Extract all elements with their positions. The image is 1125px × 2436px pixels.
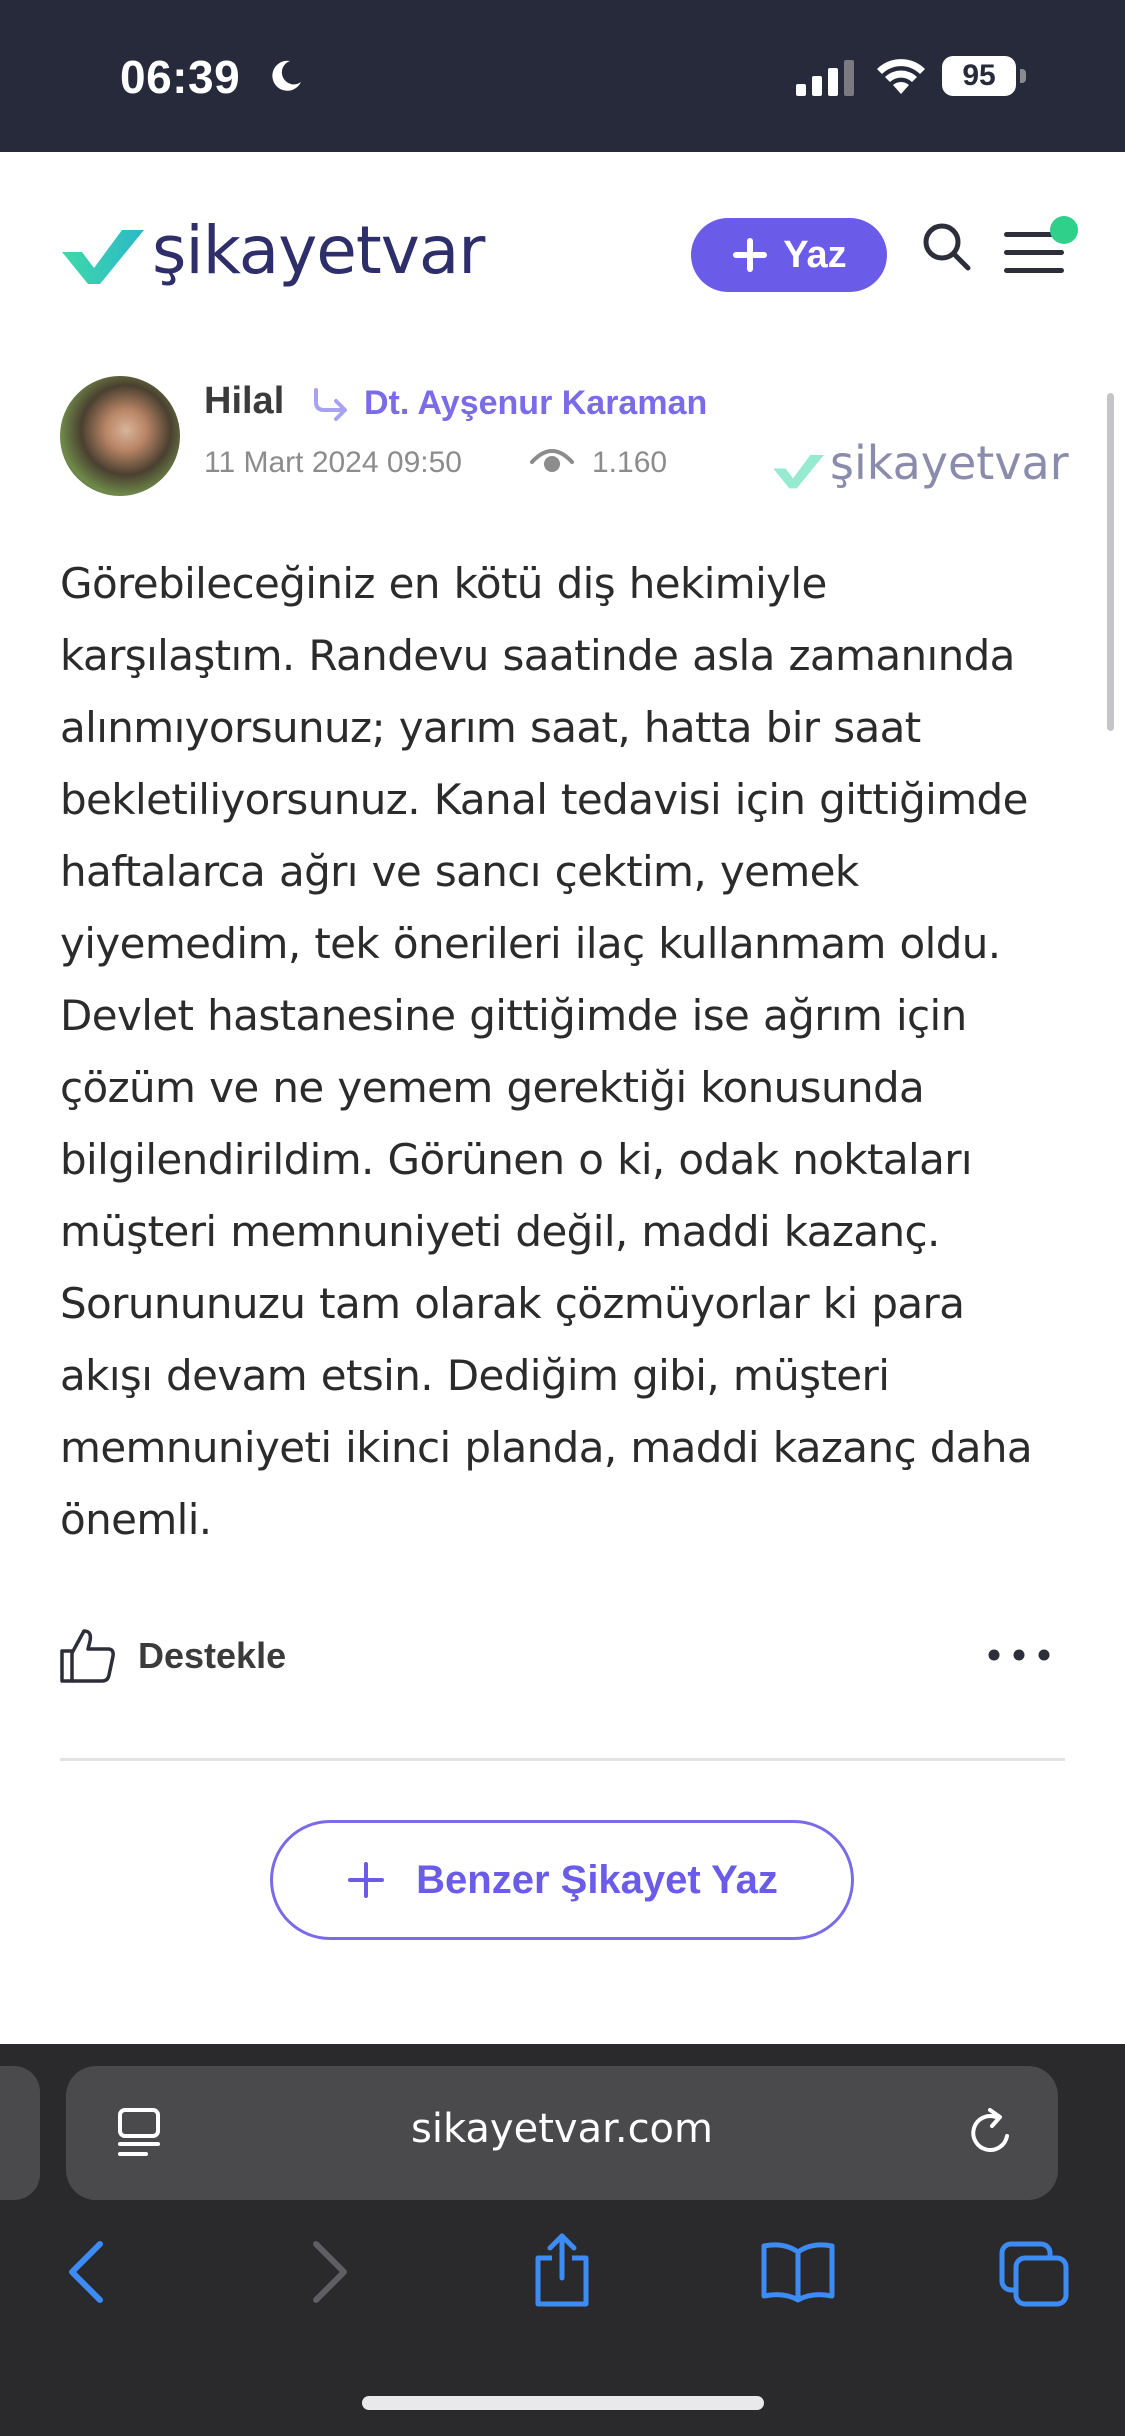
site-header: şikayetvar Yaz (0, 152, 1125, 352)
complaint-body: Görebileceğiniz en kötü diş hekimiyle ka… (60, 559, 1033, 1544)
url-text[interactable]: sikayetvar.com (66, 2106, 1058, 2152)
moon-icon (272, 60, 301, 91)
plus-icon (348, 1862, 385, 1898)
forward-icon[interactable] (308, 2240, 352, 2304)
share-icon[interactable] (530, 2232, 594, 2308)
search-icon[interactable] (920, 220, 972, 272)
battery-level: 95 (942, 56, 1016, 96)
watermark-logo: şikayetvar (772, 432, 1072, 492)
cellular-signal-icon (796, 60, 854, 96)
browser-chrome: sikayetvar.com (0, 2044, 1125, 2436)
logo-text: şikayetvar (152, 212, 485, 289)
author-name[interactable]: Hilal (204, 380, 284, 423)
divider (60, 1758, 1065, 1761)
notification-dot (1050, 216, 1078, 244)
logo-check-icon (62, 230, 144, 284)
write-button-label: Yaz (783, 233, 847, 276)
wifi-icon (877, 59, 925, 94)
more-options-icon[interactable] (986, 1640, 1052, 1670)
tabs-icon[interactable] (998, 2240, 1070, 2308)
similar-complaint-label: Benzer Şikayet Yaz (416, 1857, 778, 1902)
thumbs-up-icon (60, 1629, 115, 1683)
battery-tip (1020, 69, 1026, 83)
watermark-text: şikayetvar (830, 436, 1069, 490)
post-date: 11 Mart 2024 09:50 (204, 446, 462, 479)
support-label: Destekle (138, 1635, 287, 1676)
status-time: 06:39 (120, 51, 241, 103)
company-link[interactable]: Dt. Ayşenur Karaman (364, 384, 707, 423)
write-button[interactable]: Yaz (691, 218, 887, 292)
eye-icon (530, 449, 574, 472)
bookmarks-icon[interactable] (760, 2240, 836, 2304)
previous-tab-peek[interactable] (0, 2066, 40, 2200)
status-bar: 06:39 95 (0, 0, 1125, 152)
home-indicator[interactable] (362, 2396, 764, 2410)
reload-icon[interactable] (964, 2106, 1018, 2160)
site-logo[interactable]: şikayetvar (60, 212, 520, 296)
post-meta: Hilal Dt. Ayşenur Karaman 11 Mart 2024 0… (60, 376, 1069, 500)
similar-complaint-button[interactable]: Benzer Şikayet Yaz (270, 1820, 854, 1940)
address-bar[interactable]: sikayetvar.com (66, 2066, 1058, 2200)
avatar[interactable] (60, 376, 180, 496)
plus-icon (733, 238, 768, 272)
battery-indicator: 95 (942, 56, 1026, 96)
scrollbar-thumb[interactable] (1107, 393, 1114, 731)
support-button[interactable]: Destekle (58, 1624, 286, 1688)
back-icon[interactable] (64, 2240, 108, 2304)
view-count: 1.160 (592, 446, 668, 479)
reply-arrow-icon (314, 388, 347, 421)
watermark-check-icon (773, 454, 824, 489)
